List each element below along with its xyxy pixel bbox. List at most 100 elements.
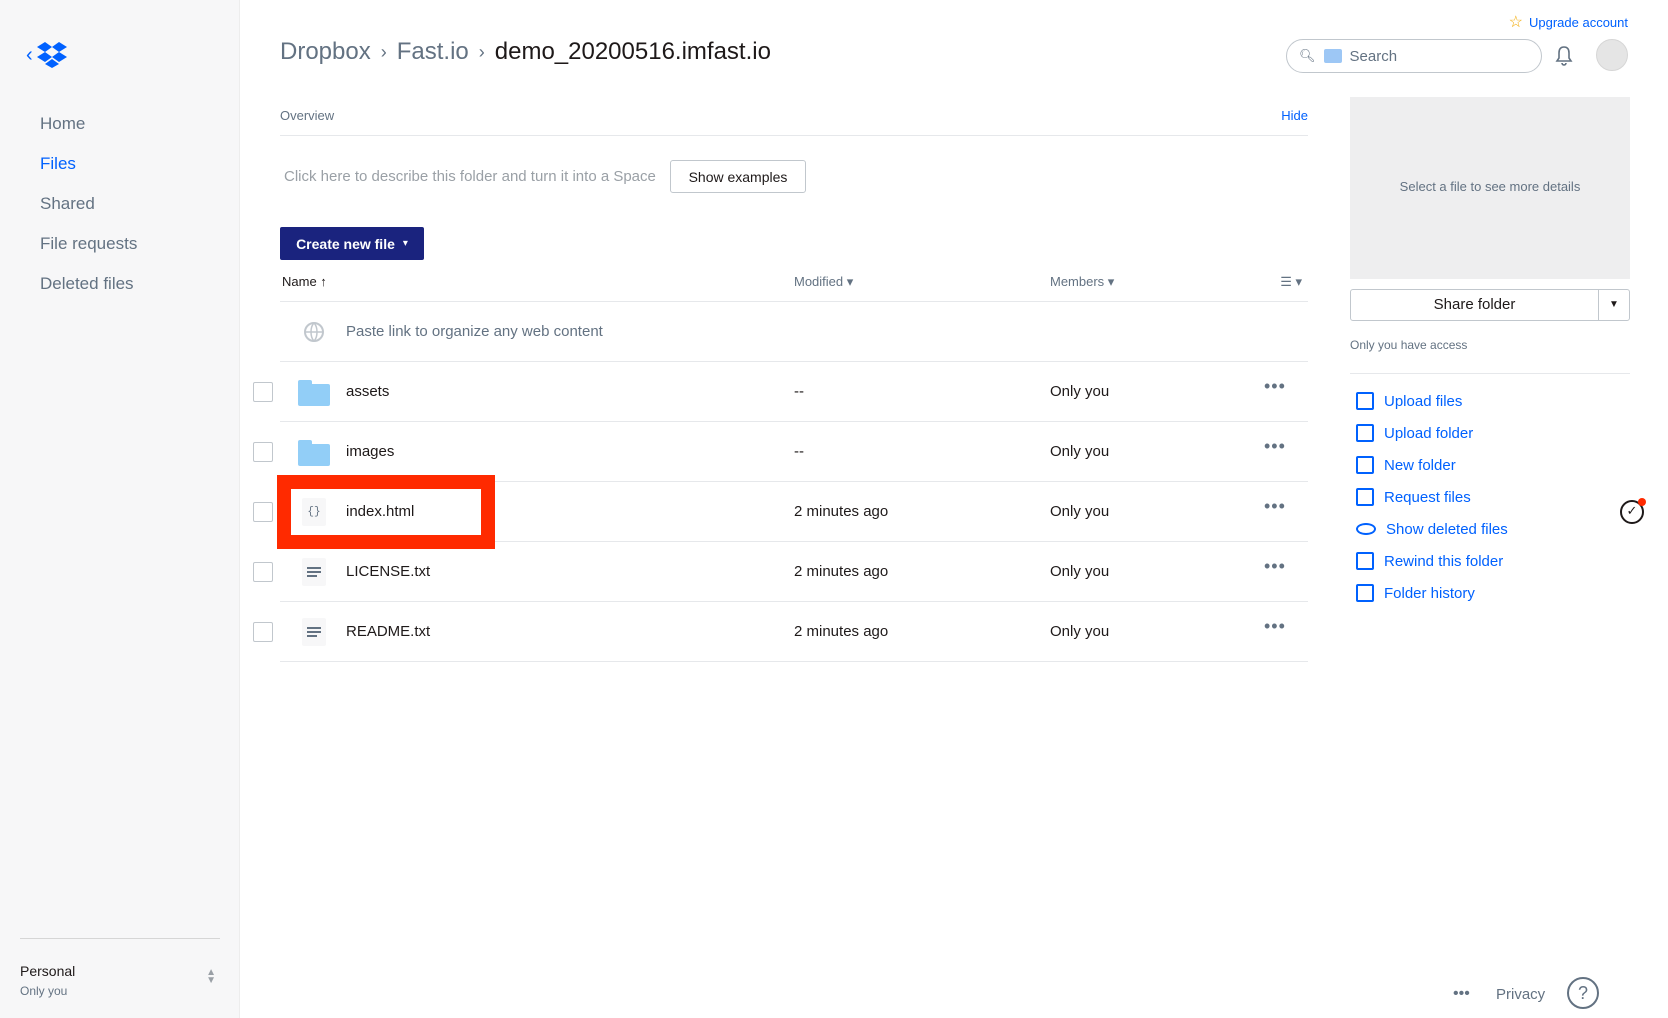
- account-switcher[interactable]: Personal Only you ▲ ▼: [20, 938, 220, 1018]
- sort-by-modified[interactable]: Modified ▾: [794, 274, 853, 290]
- more-options-icon[interactable]: •••: [1264, 436, 1286, 457]
- search-input[interactable]: [1349, 47, 1520, 65]
- sidebar-item-deleted-files[interactable]: Deleted files: [40, 264, 137, 304]
- updown-chevron-icon[interactable]: ▲ ▼: [206, 968, 216, 986]
- access-status: Only you have access: [1350, 338, 1468, 352]
- details-panel: Select a file to see more details: [1350, 97, 1630, 279]
- dropbox-logo[interactable]: ‹: [26, 42, 67, 68]
- file-name[interactable]: LICENSE.txt: [346, 563, 430, 580]
- overview-label: Overview: [280, 108, 335, 123]
- text-file-icon: [302, 618, 326, 646]
- file-members: Only you: [1050, 623, 1110, 640]
- breadcrumb: Dropbox › Fast.io › demo_20200516.imfast…: [280, 38, 771, 66]
- folder-scope-icon: [1323, 49, 1342, 63]
- new-folder-icon: [1356, 456, 1374, 474]
- row-checkbox[interactable]: [253, 502, 273, 522]
- row-checkbox[interactable]: [253, 622, 273, 642]
- hide-overview-link[interactable]: Hide: [1281, 108, 1308, 123]
- file-name[interactable]: README.txt: [346, 623, 430, 640]
- eye-icon: [1356, 523, 1376, 535]
- upgrade-account-link[interactable]: ☆ Upgrade account: [1509, 12, 1628, 32]
- chevron-right-icon: ›: [478, 41, 485, 62]
- privacy-link[interactable]: Privacy: [1496, 986, 1545, 1003]
- create-new-file-button[interactable]: Create new file ▾: [280, 227, 424, 260]
- footer-more-icon[interactable]: •••: [1453, 985, 1470, 1003]
- paste-link-row[interactable]: Paste link to organize any web content: [280, 302, 1308, 362]
- sidebar-item-home[interactable]: Home: [40, 104, 137, 144]
- account-name: Personal: [20, 963, 76, 979]
- search-icon: 🔍︎: [1299, 48, 1316, 63]
- sidebar-item-files[interactable]: Files: [40, 144, 137, 184]
- file-modified: --: [794, 443, 804, 460]
- action-label: Request files: [1384, 488, 1471, 506]
- chevron-left-icon[interactable]: ‹: [26, 44, 33, 67]
- checklist-icon[interactable]: ✓: [1620, 498, 1646, 524]
- chevron-down-icon[interactable]: ▼: [1599, 290, 1629, 320]
- more-options-icon[interactable]: •••: [1264, 556, 1286, 577]
- avatar[interactable]: [1596, 39, 1628, 71]
- file-modified: 2 minutes ago: [794, 623, 889, 640]
- sort-by-members[interactable]: Members ▾: [1050, 274, 1114, 290]
- account-subtitle: Only you: [20, 984, 68, 998]
- sidebar-item-shared[interactable]: Shared: [40, 184, 137, 224]
- action-label: Rewind this folder: [1384, 552, 1504, 570]
- more-options-icon[interactable]: •••: [1264, 376, 1286, 397]
- folder-history-action[interactable]: Folder history: [1356, 577, 1508, 609]
- breadcrumb-dropbox[interactable]: Dropbox: [280, 38, 371, 66]
- file-modified: 2 minutes ago: [794, 563, 889, 580]
- folder-description-prompt[interactable]: Click here to describe this folder and t…: [284, 168, 656, 185]
- dropbox-icon: [36, 42, 67, 68]
- file-table-header: Name ↑ Modified ▾ Members ▾ ☰ ▾: [280, 268, 1308, 302]
- list-view-icon[interactable]: ☰ ▾: [1280, 274, 1302, 290]
- table-row[interactable]: assets -- Only you •••: [253, 362, 1308, 422]
- search-box[interactable]: 🔍︎: [1286, 39, 1542, 73]
- table-row[interactable]: images -- Only you •••: [253, 422, 1308, 482]
- action-label: Upload files: [1384, 392, 1463, 410]
- upload-files-action[interactable]: Upload files: [1356, 385, 1508, 417]
- bell-icon[interactable]: [1552, 44, 1576, 68]
- row-checkbox[interactable]: [253, 442, 273, 462]
- folder-icon: [298, 380, 330, 406]
- more-options-icon[interactable]: •••: [1264, 496, 1286, 517]
- rewind-icon: [1356, 552, 1374, 570]
- row-checkbox[interactable]: [253, 562, 273, 582]
- file-members: Only you: [1050, 563, 1110, 580]
- new-folder-action[interactable]: New folder: [1356, 449, 1508, 481]
- name-header-label: Name: [282, 274, 317, 289]
- star-icon: ☆: [1508, 14, 1523, 31]
- more-options-icon[interactable]: •••: [1264, 616, 1286, 637]
- notification-dot: [1638, 498, 1646, 506]
- share-folder-button[interactable]: Share folder ▼: [1350, 289, 1630, 321]
- action-label: Folder history: [1384, 584, 1475, 602]
- sidebar-nav: Home Files Shared File requests Deleted …: [40, 104, 137, 304]
- table-row[interactable]: LICENSE.txt 2 minutes ago Only you •••: [253, 542, 1308, 602]
- file-name[interactable]: assets: [346, 383, 389, 400]
- action-label: Show deleted files: [1386, 520, 1508, 538]
- folder-icon: [298, 440, 330, 466]
- breadcrumb-fastio[interactable]: Fast.io: [397, 38, 469, 66]
- file-name[interactable]: images: [346, 443, 394, 460]
- show-examples-button[interactable]: Show examples: [670, 160, 806, 193]
- row-checkbox[interactable]: [253, 382, 273, 402]
- share-folder-label[interactable]: Share folder: [1351, 290, 1599, 320]
- chevron-right-icon: ›: [380, 41, 387, 62]
- paste-link-text: Paste link to organize any web content: [346, 323, 603, 340]
- table-row[interactable]: README.txt 2 minutes ago Only you •••: [253, 602, 1308, 662]
- file-modified: 2 minutes ago: [794, 503, 889, 520]
- upload-files-icon: [1356, 392, 1374, 410]
- file-members: Only you: [1050, 443, 1110, 460]
- action-label: New folder: [1384, 456, 1456, 474]
- upgrade-label: Upgrade account: [1528, 14, 1628, 30]
- upload-folder-icon: [1356, 424, 1374, 442]
- file-members: Only you: [1050, 503, 1110, 520]
- action-label: Upload folder: [1384, 424, 1474, 442]
- upload-folder-action[interactable]: Upload folder: [1356, 417, 1508, 449]
- request-files-action[interactable]: Request files: [1356, 481, 1508, 513]
- sort-by-name[interactable]: Name ↑: [282, 274, 327, 289]
- sidebar: ‹ Home Files Shared File requests Delete…: [0, 0, 240, 1018]
- rewind-folder-action[interactable]: Rewind this folder: [1356, 545, 1508, 577]
- show-deleted-files-action[interactable]: Show deleted files: [1356, 513, 1508, 545]
- sidebar-item-file-requests[interactable]: File requests: [40, 224, 137, 264]
- help-icon[interactable]: ?: [1567, 977, 1599, 1009]
- folder-actions: Upload files Upload folder New folder Re…: [1356, 385, 1508, 609]
